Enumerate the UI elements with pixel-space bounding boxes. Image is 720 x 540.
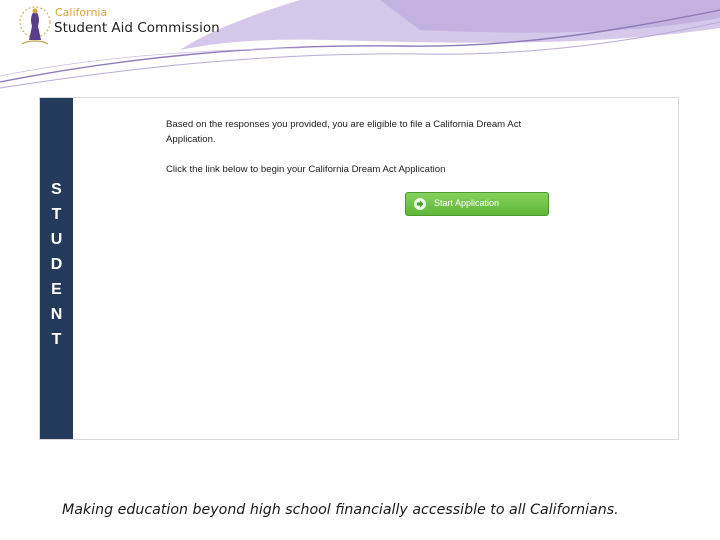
side-letter: N [50, 306, 63, 323]
tagline: Making education beyond high school fina… [62, 502, 619, 518]
instruction-message: Click the link below to begin your Calif… [166, 164, 446, 175]
application-panel: S T U D E N T Based on the responses you… [39, 97, 679, 440]
org-name-small: California [55, 6, 108, 19]
arrow-right-icon [414, 198, 426, 210]
side-letter: T [51, 206, 62, 223]
student-side-bar: S T U D E N T [40, 98, 73, 439]
seal-logo-icon [19, 6, 51, 45]
start-application-label: Start Application [434, 198, 500, 208]
org-name: Student Aid Commission [54, 20, 220, 36]
student-side-label: S T U D E N T [40, 177, 73, 352]
side-letter: S [51, 181, 62, 198]
header-banner [0, 0, 720, 89]
eligibility-message: Based on the responses you provided, you… [166, 119, 522, 145]
start-application-button[interactable]: Start Application [405, 192, 549, 216]
side-letter: T [51, 331, 62, 348]
side-letter: E [51, 281, 62, 298]
side-letter: D [50, 256, 63, 273]
side-letter: U [50, 231, 63, 248]
